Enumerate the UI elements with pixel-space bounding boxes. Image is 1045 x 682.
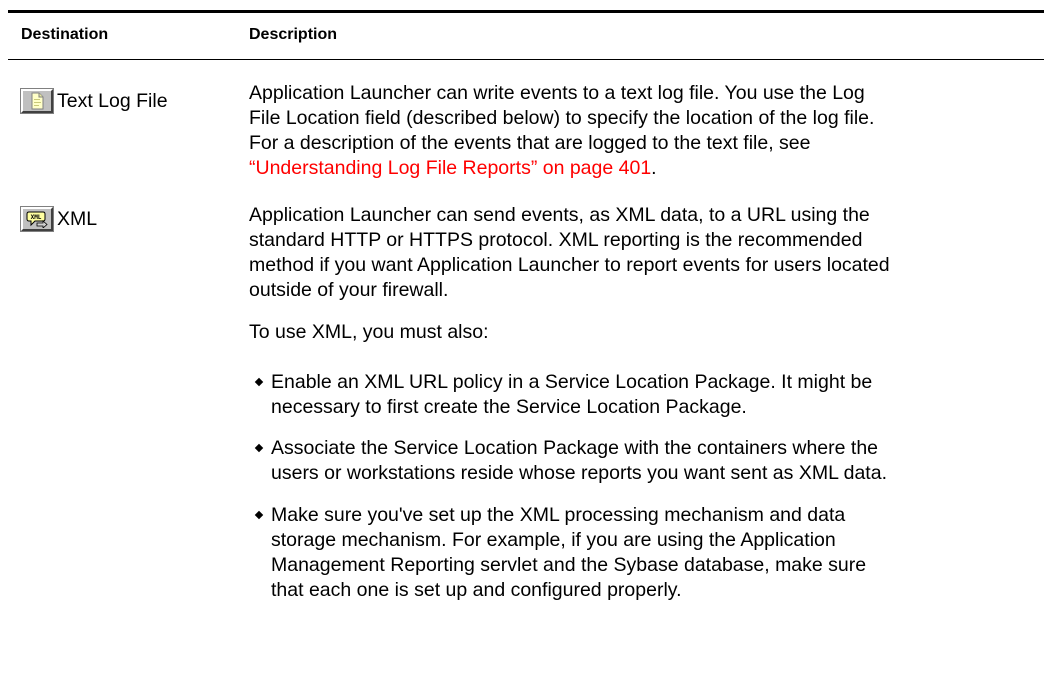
bullet-line: Management Reporting servlet and the Syb… — [271, 554, 867, 576]
description-line-with-link: “Understanding Log File Reports” on page… — [249, 156, 1039, 181]
destination-label: Text Log File — [57, 89, 168, 112]
xml-requirements-list-2: Associate the Service Location Package w… — [249, 436, 1039, 486]
description-line: method if you want Application Launcher … — [249, 254, 890, 276]
log-file-reports-link[interactable]: “Understanding Log File Reports” on page… — [249, 157, 651, 179]
bullet-line: Associate the Service Location Package w… — [271, 437, 879, 459]
row-xml-destination: XML XML — [21, 207, 97, 231]
xml-intro: To use XML, you must also: — [249, 320, 1039, 345]
bullet-diamond-icon — [254, 510, 264, 520]
bullet-diamond-icon — [254, 443, 264, 453]
bullet-line: Make sure you've set up the XML processi… — [271, 504, 846, 526]
xml-requirements-list-3: Make sure you've set up the XML processi… — [249, 503, 1039, 603]
row-text-log-file-destination: Text Log File — [21, 89, 168, 113]
row-text-log-file-description: Application Launcher can write events to… — [249, 81, 1039, 181]
description-line: File Location field (described below) to… — [249, 107, 875, 129]
row-xml-description: Application Launcher can send events, as… — [249, 203, 1039, 303]
header-destination: Destination — [21, 26, 109, 43]
bullet-line: necessary to first create the Service Lo… — [271, 396, 747, 418]
svg-text:XML: XML — [31, 214, 42, 221]
list-item: Associate the Service Location Package w… — [249, 436, 1039, 486]
bullet-line: Enable an XML URL policy in a Service Lo… — [271, 371, 873, 393]
xml-requirements-list: Enable an XML URL policy in a Service Lo… — [249, 370, 1039, 420]
description-line: Application Launcher can write events to… — [249, 82, 865, 104]
xml-icon: XML — [21, 207, 53, 231]
bullet-diamond-icon — [254, 377, 264, 387]
intro-text: To use XML, you must also: — [249, 321, 489, 343]
text-log-file-icon — [21, 89, 53, 113]
description-line: Application Launcher can send events, as… — [249, 204, 870, 226]
destination-label: XML — [57, 207, 98, 230]
table-top-rule — [8, 10, 1044, 13]
description-line: standard HTTP or HTTPS protocol. XML rep… — [249, 229, 863, 251]
description-line: outside of your firewall. — [249, 279, 449, 301]
bullet-line: that each one is set up and configured p… — [271, 579, 682, 601]
bullet-line: users or workstations reside whose repor… — [271, 462, 887, 484]
list-item: Enable an XML URL policy in a Service Lo… — [249, 370, 1039, 420]
header-rule — [8, 59, 1044, 60]
bullet-line: storage mechanism. For example, if you a… — [271, 529, 836, 551]
header-description: Description — [249, 26, 338, 43]
list-item: Make sure you've set up the XML processi… — [249, 503, 1039, 603]
description-line: For a description of the events that are… — [249, 132, 811, 154]
link-suffix: . — [651, 157, 657, 179]
